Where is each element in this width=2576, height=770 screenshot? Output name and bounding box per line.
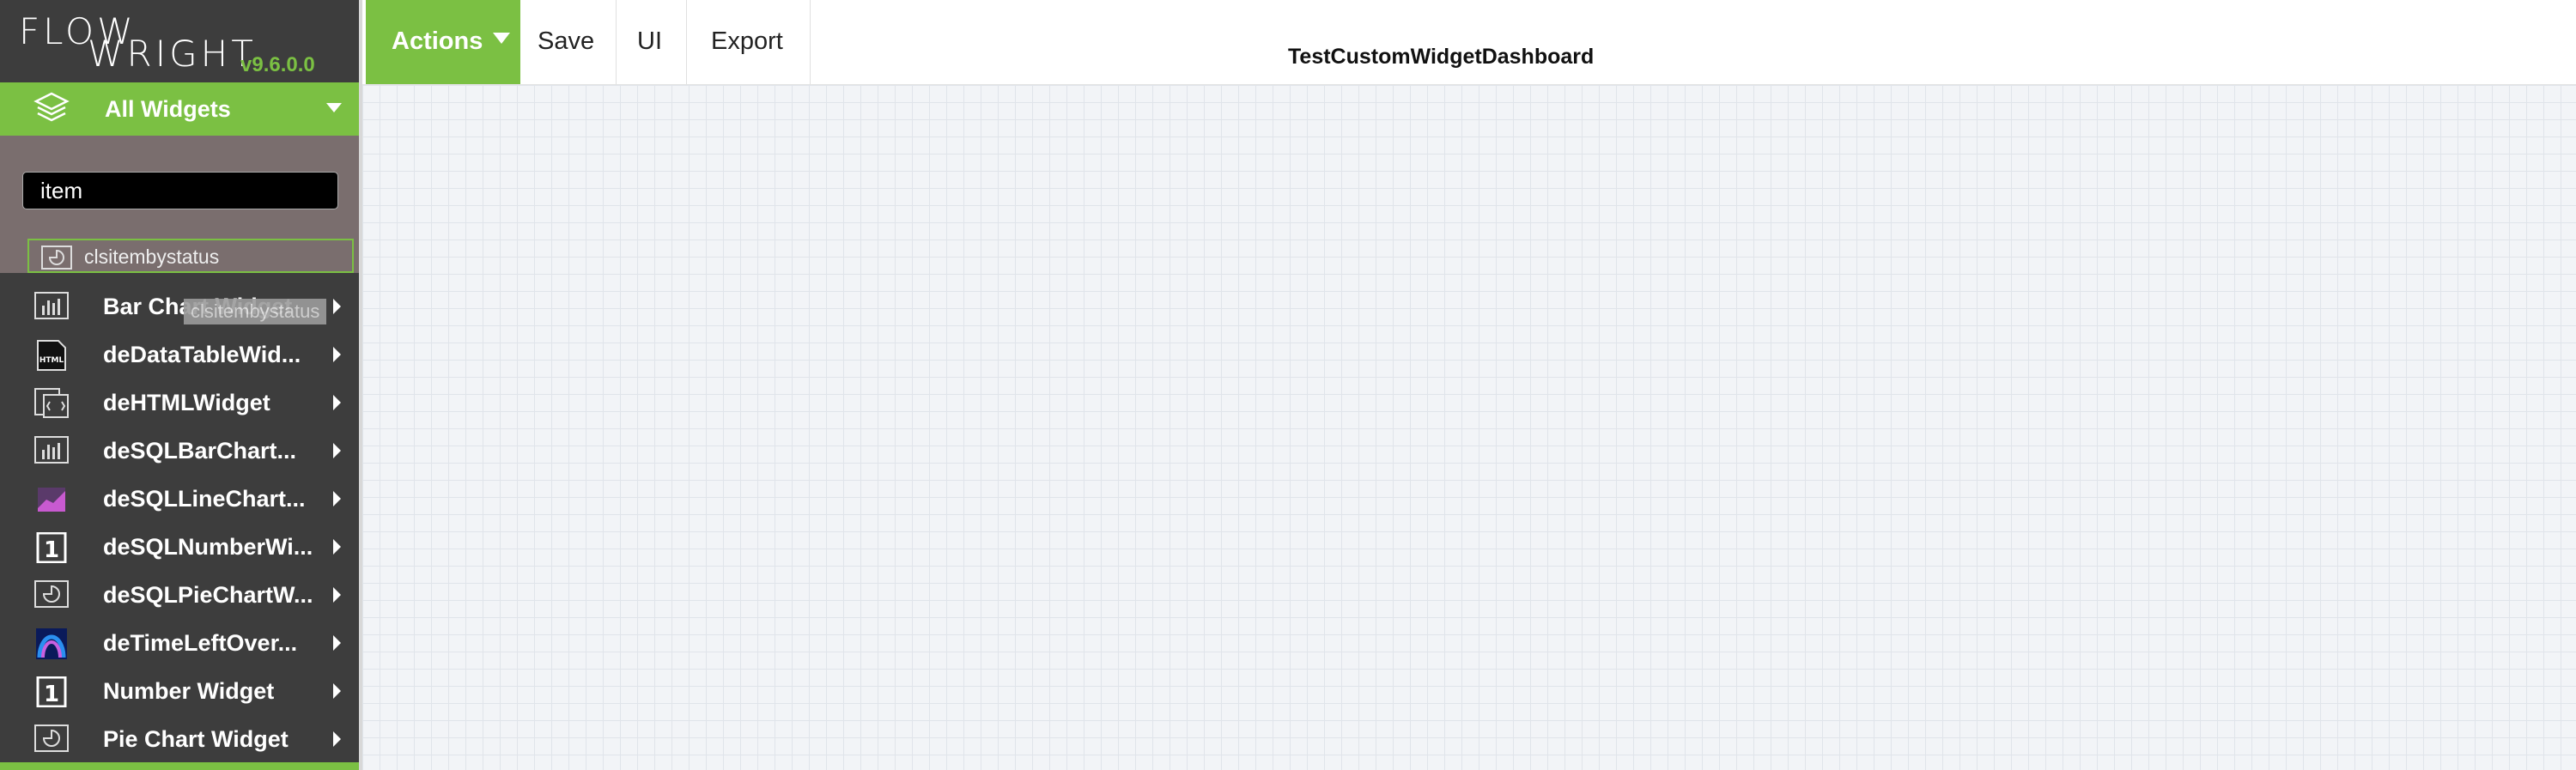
search-result-label: clsitembystatus [84, 246, 220, 268]
widget-item-label: Pie Chart Widget [103, 726, 289, 752]
html-code-icon [34, 388, 69, 418]
chevron-right-icon[interactable] [333, 395, 341, 410]
widget-list-item[interactable]: deSQLBarChart... [0, 427, 359, 476]
item-tooltip: clsitembystatus [184, 299, 327, 324]
chevron-right-icon[interactable] [333, 731, 341, 747]
widget-list-item[interactable]: deHTMLWidget [0, 379, 359, 427]
widget-item-label: deSQLPieChartW... [103, 582, 313, 608]
widget-list-item[interactable]: 1 Number Widget [0, 668, 359, 716]
widget-item-label: Number Widget [103, 678, 275, 704]
dashboard-canvas[interactable] [362, 85, 2576, 770]
actions-label: Actions [392, 27, 483, 55]
pie-chart-icon [34, 580, 69, 608]
export-button[interactable]: Export [687, 0, 811, 84]
svg-text:HTML: HTML [39, 356, 64, 365]
chevron-right-icon[interactable] [333, 347, 341, 362]
chevron-right-icon[interactable] [333, 443, 341, 458]
ui-button[interactable]: UI [617, 0, 687, 84]
widget-item-label: deDataTableWid... [103, 342, 301, 367]
widget-item-label: deTimeLeftOver... [103, 630, 298, 656]
widget-item-label: deSQLBarChart... [103, 438, 297, 464]
all-widgets-label: All Widgets [105, 96, 231, 122]
chevron-right-icon[interactable] [333, 539, 341, 555]
widget-search-input[interactable] [22, 172, 338, 209]
widget-list-item[interactable]: HTML deDataTableWid... [0, 331, 359, 379]
bar-chart-icon [34, 292, 69, 319]
number-one-icon: 1 [36, 676, 67, 707]
line-chart-icon [38, 488, 65, 512]
bar-chart-icon [34, 436, 69, 464]
version-label: v9.6.0.0 [240, 53, 315, 76]
widget-list-item[interactable]: Pie Chart Widget [0, 716, 359, 764]
chevron-right-icon[interactable] [333, 587, 341, 603]
logo-text-wright: WRIGHT [88, 33, 257, 75]
widget-item-label: deSQLLineChart... [103, 486, 306, 512]
gauge-icon [36, 628, 67, 659]
svg-text:1: 1 [44, 682, 59, 707]
pie-chart-icon [41, 246, 72, 270]
widget-list-item[interactable]: 1 deSQLNumberWi... [0, 524, 359, 572]
actions-menu-button[interactable]: Actions [366, 0, 520, 84]
search-result-item[interactable]: clsitembystatus [27, 239, 354, 273]
widget-list-item[interactable]: deSQLLineChart... [0, 476, 359, 524]
widget-item-label: deHTMLWidget [103, 390, 270, 415]
sidebar-footer-bar [0, 762, 359, 770]
all-widgets-dropdown[interactable]: All Widgets [0, 82, 359, 136]
pie-chart-icon [34, 725, 69, 752]
top-toolbar: Actions Save UI Export [362, 0, 2576, 85]
save-button[interactable]: Save [522, 0, 617, 84]
widget-list-item[interactable]: deTimeLeftOver... [0, 620, 359, 668]
html-file-icon: HTML [37, 340, 66, 371]
svg-text:1: 1 [44, 537, 59, 563]
chevron-down-icon [326, 103, 342, 112]
widget-list-item[interactable]: deSQLPieChartW... [0, 572, 359, 620]
chevron-right-icon[interactable] [333, 683, 341, 699]
widget-item-label: deSQLNumberWi... [103, 534, 313, 560]
widget-sidebar: FLOW WRIGHT v9.6.0.0 All Widgets clsitem… [0, 0, 359, 770]
chevron-right-icon[interactable] [333, 299, 341, 314]
number-one-icon: 1 [36, 532, 67, 563]
layers-icon [33, 92, 70, 122]
flowwright-logo: FLOW WRIGHT v9.6.0.0 [0, 0, 359, 82]
chevron-right-icon[interactable] [333, 491, 341, 506]
chevron-down-icon [493, 33, 510, 44]
dashboard-title: TestCustomWidgetDashboard [1288, 45, 1595, 69]
chevron-right-icon[interactable] [333, 635, 341, 651]
